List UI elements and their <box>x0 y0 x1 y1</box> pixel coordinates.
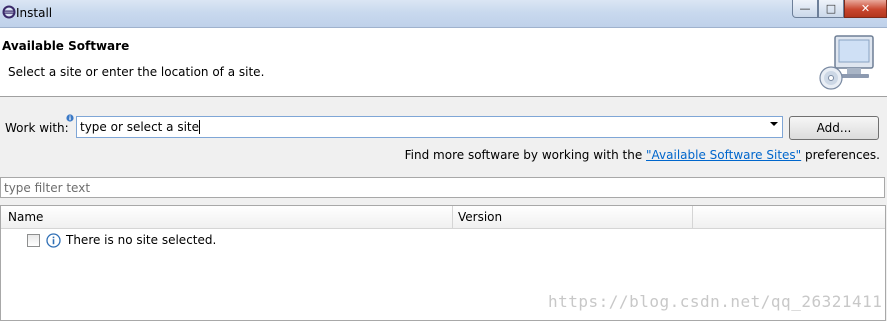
close-button[interactable]: ✕ <box>844 0 887 18</box>
filter-placeholder: type filter text <box>4 181 91 195</box>
window-controls: — □ ✕ <box>792 0 887 19</box>
info-icon <box>46 233 61 248</box>
eclipse-icon <box>2 5 16 19</box>
column-header-version[interactable]: Version <box>458 210 502 224</box>
column-header-name[interactable]: Name <box>8 210 43 224</box>
minimize-button[interactable]: — <box>792 0 818 18</box>
find-more-suffix: preferences. <box>801 148 880 162</box>
find-more-text: Find more software by working with the "… <box>405 148 880 162</box>
wizard-header: Available Software Select a site or ente… <box>0 28 887 97</box>
available-software-sites-link[interactable]: "Available Software Sites" <box>646 148 801 162</box>
table-header: Name Version <box>1 206 885 229</box>
text-caret <box>199 120 201 134</box>
install-software-icon <box>819 35 874 90</box>
dropdown-arrow-icon[interactable] <box>770 122 778 126</box>
watermark: https://blog.csdn.net/qq_26321411 <box>548 292 883 311</box>
column-divider[interactable] <box>452 206 453 228</box>
page-title: Available Software <box>2 39 130 53</box>
window-title: Install <box>16 6 53 20</box>
work-with-label: Work with: <box>5 121 69 135</box>
work-with-combo[interactable]: type or select a site <box>76 116 783 138</box>
work-with-input-text: type or select a site <box>80 120 200 134</box>
column-divider[interactable] <box>692 206 693 228</box>
table-row[interactable]: There is no site selected. <box>1 230 885 250</box>
title-bar: Install — □ ✕ <box>0 0 887 28</box>
filter-input[interactable]: type filter text <box>0 177 885 198</box>
row-label: There is no site selected. <box>66 233 217 247</box>
content-assist-hint-icon <box>66 114 74 122</box>
maximize-button[interactable]: □ <box>818 0 844 18</box>
page-description: Select a site or enter the location of a… <box>8 65 265 79</box>
add-button[interactable]: Add... <box>789 116 879 140</box>
row-checkbox[interactable] <box>27 234 40 247</box>
find-more-prefix: Find more software by working with the <box>404 148 647 162</box>
